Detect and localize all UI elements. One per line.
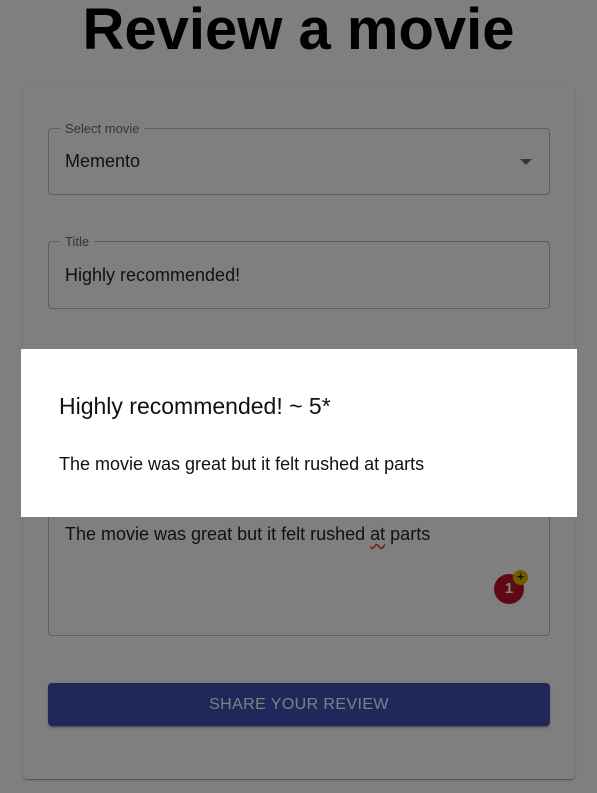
review-preview-dialog: Highly recommended! ~ 5* The movie was g… xyxy=(21,349,577,517)
dialog-title: Highly recommended! ~ 5* xyxy=(59,393,331,419)
page: Review a movie Select movie Memento Titl… xyxy=(0,0,597,793)
dialog-body: The movie was great but it felt rushed a… xyxy=(59,454,425,474)
